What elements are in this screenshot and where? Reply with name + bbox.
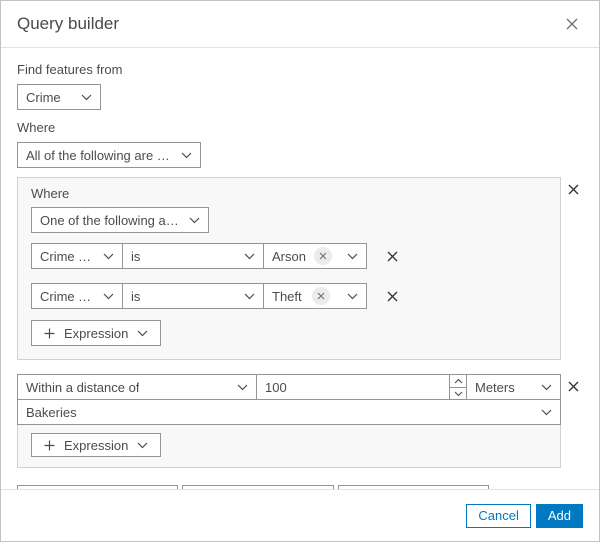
chevron-down-icon	[73, 94, 92, 101]
close-icon	[387, 251, 398, 262]
plus-icon	[44, 328, 55, 339]
group1-operator-select[interactable]: One of the following are tr…	[31, 207, 209, 233]
remove-group-button[interactable]	[564, 180, 583, 199]
spatial-expression-group: Within a distance of 100 Meters Bakeries…	[17, 374, 561, 468]
target-layer-row: Bakeries	[17, 399, 561, 425]
plus-icon	[44, 440, 55, 451]
remove-expression-button[interactable]	[383, 247, 402, 266]
value-select-value: Arson	[272, 248, 306, 264]
operator-select[interactable]: is	[122, 283, 264, 309]
dialog-body: Find features from Crime Where All of th…	[1, 48, 599, 509]
group1-add-expression-button[interactable]: Expression	[31, 320, 162, 346]
chevron-down-icon	[137, 442, 148, 449]
chevron-down-icon	[454, 391, 463, 397]
dialog-title: Query builder	[17, 14, 120, 33]
remove-expression-button[interactable]	[383, 287, 402, 306]
spatial-operator-value: Within a distance of	[26, 379, 140, 395]
group2-add-expression-button[interactable]: Expression	[31, 433, 162, 457]
close-icon	[565, 17, 579, 31]
add-expression-label: Expression	[64, 325, 129, 341]
where-label: Where	[17, 120, 56, 135]
group1-operator-value: One of the following are tr…	[40, 212, 181, 228]
value-select-value: Theft	[272, 288, 302, 304]
chevron-down-icon	[95, 293, 114, 300]
chevron-down-icon	[533, 409, 552, 416]
unit-select[interactable]: Meters	[466, 374, 561, 400]
target-layer-value: Bakeries	[26, 404, 77, 420]
layer-select-value: Crime	[26, 89, 61, 105]
chevron-down-icon	[236, 253, 255, 260]
chevron-down-icon	[181, 217, 200, 224]
small-close-icon	[317, 292, 325, 300]
cancel-button[interactable]: Cancel	[466, 503, 531, 528]
close-button[interactable]	[561, 13, 583, 35]
stepper-up-button[interactable]	[450, 375, 466, 387]
clear-value-button[interactable]	[311, 287, 330, 305]
expression-row: Crime Type is Theft	[31, 283, 547, 309]
group1-where-label: Where	[31, 186, 70, 201]
unit-select-value: Meters	[475, 379, 515, 395]
layer-select[interactable]: Crime	[17, 84, 101, 110]
top-operator-value: All of the following are true	[26, 147, 173, 163]
query-builder-dialog: Query builder Find features from Crime W…	[0, 0, 600, 542]
group2-footer-strip: Expression	[18, 425, 560, 467]
remove-group-button[interactable]	[564, 377, 583, 396]
add-button[interactable]: Add	[535, 503, 583, 528]
expression-group-1-wrap: Where One of the following are tr… Crime…	[17, 177, 583, 360]
chevron-down-icon	[95, 253, 114, 260]
operator-select-value: is	[131, 248, 141, 264]
chevron-down-icon	[173, 152, 192, 159]
close-icon	[387, 291, 398, 302]
value-select[interactable]: Theft	[263, 283, 367, 309]
chevron-up-icon	[454, 378, 463, 384]
field-select[interactable]: Crime Type	[31, 243, 123, 269]
dialog-header: Query builder	[1, 1, 599, 48]
top-operator-select[interactable]: All of the following are true	[17, 142, 201, 168]
find-features-label: Find features from	[17, 62, 123, 77]
close-icon	[568, 184, 579, 195]
chevron-down-icon	[236, 293, 255, 300]
value-select[interactable]: Arson	[263, 243, 367, 269]
chevron-down-icon	[340, 253, 358, 260]
field-select-value: Crime Type	[40, 288, 95, 304]
spatial-operator-row: Within a distance of 100 Meters	[17, 374, 561, 400]
chevron-down-icon	[229, 384, 248, 391]
close-icon	[568, 381, 579, 392]
expression-group-1: Where One of the following are tr… Crime…	[17, 177, 561, 360]
spatial-operator-select[interactable]: Within a distance of	[17, 374, 257, 400]
dialog-footer: Cancel Add	[1, 489, 599, 541]
stepper-down-button[interactable]	[450, 387, 466, 399]
target-layer-select[interactable]: Bakeries	[17, 399, 561, 425]
chevron-down-icon	[340, 293, 358, 300]
field-select[interactable]: Crime Type	[31, 283, 123, 309]
small-close-icon	[319, 252, 327, 260]
chevron-down-icon	[137, 330, 148, 337]
distance-input[interactable]	[256, 374, 450, 400]
clear-value-button[interactable]	[313, 247, 332, 265]
operator-select-value: is	[131, 288, 141, 304]
operator-select[interactable]: is	[122, 243, 264, 269]
distance-stepper	[449, 374, 467, 400]
chevron-down-icon	[533, 384, 552, 391]
spatial-expression-wrap: Within a distance of 100 Meters Bakeries…	[17, 374, 583, 468]
field-select-value: Crime Type	[40, 248, 95, 264]
expression-row: Crime Type is Arson	[31, 243, 547, 269]
add-expression-label: Expression	[64, 437, 129, 453]
